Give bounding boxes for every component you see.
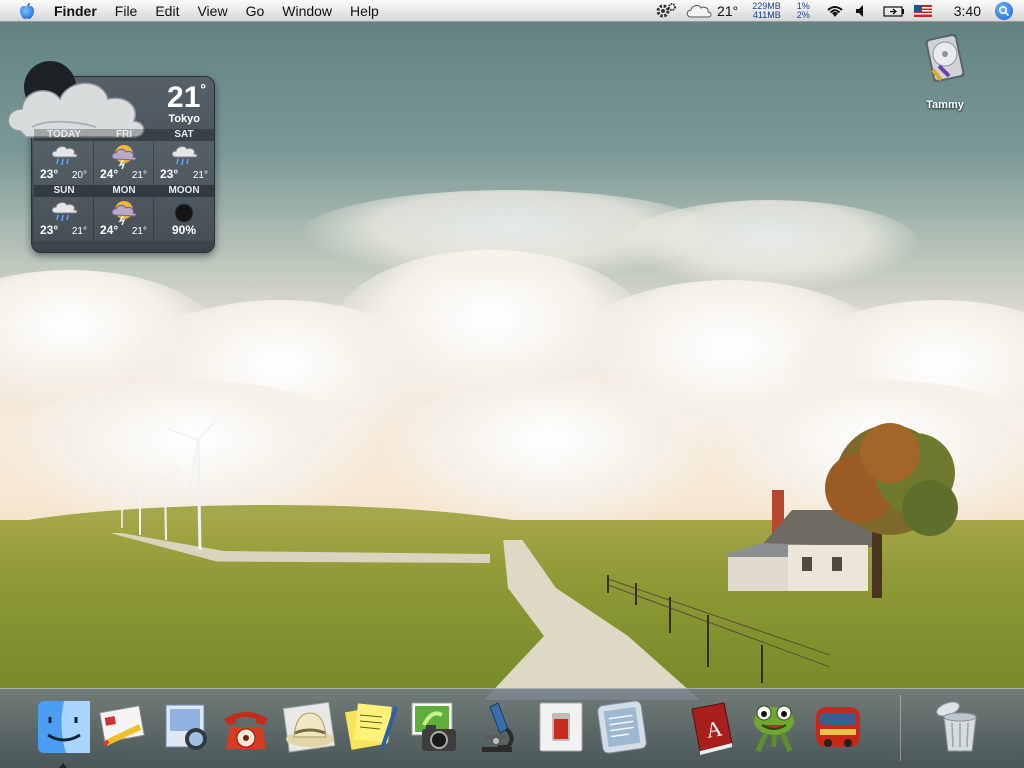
menu-extras: 21° 229MB 411MB 1% 2% 3:40 bbox=[655, 0, 1024, 22]
forecast-cell: 23° 20° bbox=[34, 141, 94, 185]
menubar-clock[interactable]: 3:40 bbox=[954, 3, 981, 19]
menu-go[interactable]: Go bbox=[237, 0, 274, 22]
volume-icon[interactable] bbox=[852, 2, 872, 20]
moon-icon bbox=[174, 203, 194, 223]
stickies-icon[interactable] bbox=[342, 699, 398, 755]
forecast-day-label: FRI bbox=[94, 129, 154, 141]
apple-menu-icon[interactable] bbox=[18, 2, 36, 20]
cpu-meter[interactable]: 1% 2% bbox=[797, 2, 810, 20]
tablet-icon[interactable] bbox=[594, 699, 650, 755]
current-temperature: 21° bbox=[167, 81, 206, 114]
thunderstorm-icon bbox=[111, 201, 136, 225]
forecast-grid: TODAY FRI SAT 23° 20° 24° 21° 23° 21° SU… bbox=[34, 129, 214, 252]
microscope-icon[interactable] bbox=[468, 699, 524, 755]
memory-meter[interactable]: 229MB 411MB bbox=[752, 2, 781, 20]
us-flag-icon[interactable] bbox=[913, 5, 932, 17]
menubar-temperature[interactable]: 21° bbox=[717, 3, 738, 19]
forecast-day-label: MON bbox=[94, 185, 154, 197]
menu-help[interactable]: Help bbox=[341, 0, 388, 22]
rain-cloud-icon bbox=[51, 146, 77, 166]
forecast-day-label: SAT bbox=[154, 129, 214, 141]
safari-hat-icon[interactable] bbox=[282, 699, 338, 755]
forecast-day-label: MOON bbox=[154, 185, 214, 197]
spotlight-icon[interactable] bbox=[995, 2, 1013, 20]
frog-icon[interactable] bbox=[746, 699, 802, 755]
menu-view[interactable]: View bbox=[188, 0, 236, 22]
dock: A bbox=[0, 688, 1024, 768]
preview-icon[interactable] bbox=[160, 699, 216, 755]
dictionary-icon[interactable]: A bbox=[684, 699, 740, 755]
moon-cell: 90% bbox=[154, 197, 214, 241]
desktop-icon-hard-drive[interactable]: Tammy bbox=[905, 30, 985, 113]
running-indicator bbox=[59, 763, 67, 768]
phone-icon[interactable] bbox=[218, 699, 274, 755]
trash-icon[interactable] bbox=[930, 697, 986, 753]
finder-icon[interactable] bbox=[36, 699, 92, 755]
menu-file[interactable]: File bbox=[106, 0, 147, 22]
forecast-day-label: TODAY bbox=[34, 129, 94, 141]
menu-edit[interactable]: Edit bbox=[146, 0, 188, 22]
forecast-day-label: SUN bbox=[34, 185, 94, 197]
menu-bar: Finder File Edit View Go Window Help 21°… bbox=[0, 0, 1024, 22]
weather-widget[interactable]: 21° Tokyo TODAY FRI SAT 23° 20° 24° 21° bbox=[7, 61, 215, 253]
forecast-cell: 24° 21° bbox=[94, 197, 154, 241]
train-icon[interactable] bbox=[810, 699, 866, 755]
gear-icon[interactable] bbox=[655, 2, 677, 20]
rain-cloud-icon bbox=[51, 202, 77, 222]
switch-icon[interactable] bbox=[534, 699, 590, 755]
mail-icon[interactable] bbox=[96, 699, 152, 755]
weather-cloud-icon[interactable] bbox=[685, 2, 713, 20]
city-name: Tokyo bbox=[168, 113, 200, 125]
menu-finder[interactable]: Finder bbox=[52, 0, 106, 22]
dock-separator bbox=[900, 695, 901, 761]
desktop-icon-label: Tammy bbox=[926, 99, 964, 111]
wifi-icon[interactable] bbox=[824, 2, 846, 20]
battery-icon[interactable] bbox=[882, 2, 906, 20]
menu-window[interactable]: Window bbox=[273, 0, 341, 22]
rain-cloud-icon bbox=[171, 146, 198, 166]
hard-drive-icon bbox=[925, 33, 965, 83]
thunderstorm-icon bbox=[111, 145, 136, 169]
forecast-cell: 24° 21° bbox=[94, 141, 154, 185]
forecast-cell: 23° 21° bbox=[154, 141, 214, 185]
forecast-cell: 23° 21° bbox=[34, 197, 94, 241]
iphoto-icon[interactable] bbox=[406, 699, 462, 755]
